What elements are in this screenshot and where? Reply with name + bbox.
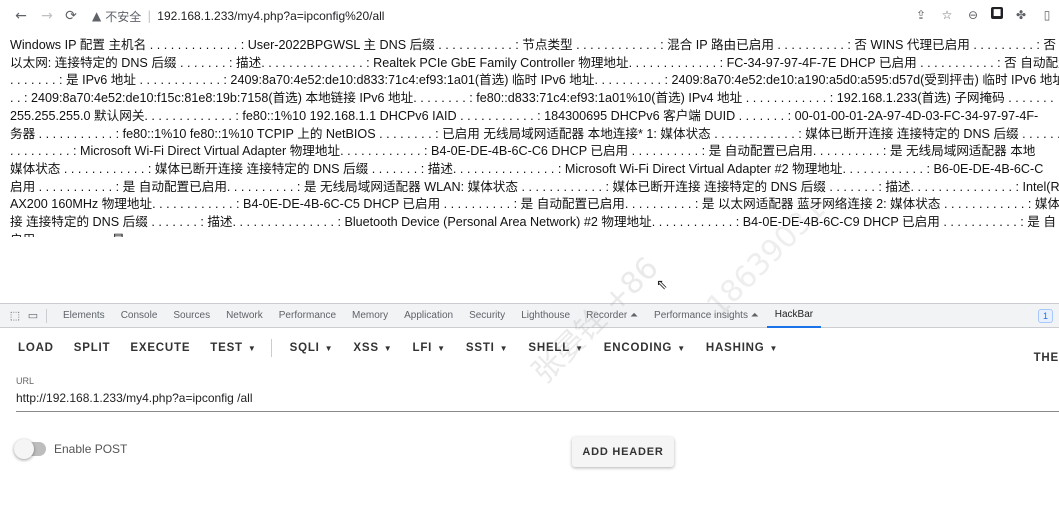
caret-down-icon: ▼ (677, 344, 686, 353)
output-line: . . . . . . . : 是 IPv6 地址 . . . . . . . … (10, 73, 1059, 88)
device-toolbar-icon[interactable]: ▭ (24, 309, 42, 322)
enable-post-row[interactable]: Enable POST (14, 439, 128, 459)
back-icon[interactable]: ← (10, 5, 32, 27)
devtools-tab-network[interactable]: Network (218, 304, 271, 328)
warning-icon: ▲ (92, 9, 102, 23)
split-label: SPLIT (73, 342, 111, 354)
sqli-label: SQLI (289, 342, 320, 354)
address-divider: | (147, 9, 152, 23)
command-output: Windows IP 配置 主机名 . . . . . . . . . . . … (10, 37, 1059, 237)
output-line: . . . . . . . . . : Microsoft Wi-Fi Dire… (10, 144, 1036, 159)
shell-label: SHELL (528, 342, 571, 354)
devtools-tab-memory[interactable]: Memory (344, 304, 396, 328)
hackbar-divider (270, 339, 272, 357)
caret-down-icon: ▼ (437, 344, 446, 353)
devtools-tab-lighthouse[interactable]: Lighthouse (513, 304, 578, 328)
output-line: 启用. . . . . . . . . . : 是 (10, 232, 1059, 237)
mouse-cursor-icon: ⇖ (656, 277, 668, 293)
devtools-tab-elements[interactable]: Elements (55, 304, 113, 328)
forward-icon[interactable]: → (36, 5, 58, 27)
url-field-value[interactable]: http://192.168.1.233/my4.php?a=ipconfig … (16, 391, 1059, 405)
reload-icon[interactable]: ⟳ (60, 5, 82, 27)
hackbar-trailing-button[interactable]: THE (1034, 338, 1059, 378)
url-field[interactable]: URL http://192.168.1.233/my4.php?a=ipcon… (16, 376, 1059, 412)
ssti-label: SSTI (465, 342, 495, 354)
inspect-element-icon[interactable]: ⬚ (6, 309, 24, 322)
hashing-label: HASHING (705, 342, 765, 354)
caret-down-icon: ▼ (575, 344, 584, 353)
lfi-label: LFI (412, 342, 433, 354)
encoding-label: ENCODING (603, 342, 673, 354)
devtools-tab-console[interactable]: Console (113, 304, 166, 328)
output-line: 媒体状态 . . . . . . . . . . . . : 媒体已断开连接 连… (10, 161, 1044, 176)
caret-down-icon: ▼ (499, 344, 509, 353)
url-field-label: URL (16, 376, 35, 386)
xss-button[interactable]: XSS ▼ (353, 342, 392, 354)
hashing-button[interactable]: HASHING ▼ (706, 342, 778, 354)
xss-label: XSS (353, 342, 379, 354)
output-line: 接 连接特定的 DNS 后缀 . . . . . . . : 描述. . . .… (10, 215, 1056, 230)
ssti-button[interactable]: SSTI ▼ (466, 342, 508, 354)
bookmark-star-icon[interactable]: ☆ (939, 7, 955, 23)
browser-actions: ⇪ ☆ ⊖ ■ ✤ ▯ (913, 7, 1055, 23)
caret-down-icon: ▼ (383, 344, 393, 353)
output-line: Windows IP 配置 主机名 . . . . . . . . . . . … (10, 38, 1059, 52)
hackbar-trailing-label: THE (1033, 352, 1059, 364)
devtools-tab-sources[interactable]: Sources (165, 304, 218, 328)
side-panel-icon[interactable]: ▯ (1039, 7, 1055, 23)
caret-down-icon: ▼ (247, 344, 257, 353)
lfi-button[interactable]: LFI ▼ (413, 342, 446, 354)
devtools-divider (46, 308, 47, 323)
enable-post-label: Enable POST (54, 442, 128, 456)
caret-down-icon: ▼ (769, 344, 779, 353)
sqli-button[interactable]: SQLI ▼ (290, 342, 334, 354)
output-line: 务器 . . . . . . . . . . . : fe80::1%10 fe… (10, 126, 1059, 141)
devtools-tab-hackbar[interactable]: HackBar (766, 304, 822, 328)
address-url[interactable]: 192.168.1.233/my4.php?a=ipconfig%20/all (157, 9, 384, 23)
caret-down-icon: ▼ (324, 344, 334, 353)
output-line: 255.255.255.0 默认网关. . . . . . . . . . . … (10, 108, 1039, 123)
toggle-knob (14, 439, 34, 459)
test-button[interactable]: TEST ▼ (210, 342, 256, 354)
devtools-tab-performance[interactable]: Performance (271, 304, 344, 328)
devtools-panel: ⬚ ▭ Elements Console Sources Network Perform… (0, 303, 1059, 509)
devtools-tab-recorder[interactable]: Recorder ⏶ (578, 304, 646, 328)
share-icon[interactable]: ⇪ (913, 7, 929, 23)
output-line: . . : 2409:8a70:4e52:de10:f15c:81e8:19b:… (10, 91, 1054, 106)
extension-black-icon[interactable]: ■ (991, 7, 1003, 19)
execute-label: EXECUTE (130, 342, 191, 354)
browser-toolbar: ← → ⟳ ▲ 不安全 | 192.168.1.233/my4.php?a=ip… (0, 0, 1059, 32)
devtools-tab-bar: ⬚ ▭ Elements Console Sources Network Perform… (0, 304, 1059, 328)
extensions-puzzle-icon[interactable]: ✤ (1013, 7, 1029, 23)
extension-circle-icon[interactable]: ⊖ (965, 7, 981, 23)
insecure-label: 不安全 (105, 9, 142, 24)
output-line: AX200 160MHz 物理地址. . . . . . . . . . . .… (10, 197, 1059, 212)
add-header-button[interactable]: ADD HEADER (572, 437, 674, 467)
enable-post-toggle[interactable] (14, 439, 46, 459)
encoding-button[interactable]: ENCODING ▼ (604, 342, 686, 354)
devtools-tab-security[interactable]: Security (461, 304, 513, 328)
hackbar-toolbar: LOAD SPLIT EXECUTE TEST ▼ SQLI ▼ XSS ▼ LFI ▼ SSTI ▼ S… (0, 328, 1059, 368)
output-line: 以太网: 连接特定的 DNS 后缀 . . . . . . . : 描述. . … (10, 55, 1059, 70)
test-label: TEST (210, 342, 243, 354)
shell-button[interactable]: SHELL ▼ (528, 342, 583, 354)
load-button[interactable]: LOAD (18, 342, 54, 354)
load-label: LOAD (18, 342, 54, 354)
devtools-tab-application[interactable]: Application (396, 304, 461, 328)
output-line: 启用 . . . . . . . . . . . : 是 自动配置已启用. . … (10, 179, 1059, 194)
split-button[interactable]: SPLIT (74, 342, 111, 354)
issues-badge[interactable]: 1 (1037, 308, 1053, 323)
devtools-tab-performance-insights[interactable]: Performance insights ⏶ (646, 304, 767, 328)
execute-button[interactable]: EXECUTE (130, 342, 190, 354)
